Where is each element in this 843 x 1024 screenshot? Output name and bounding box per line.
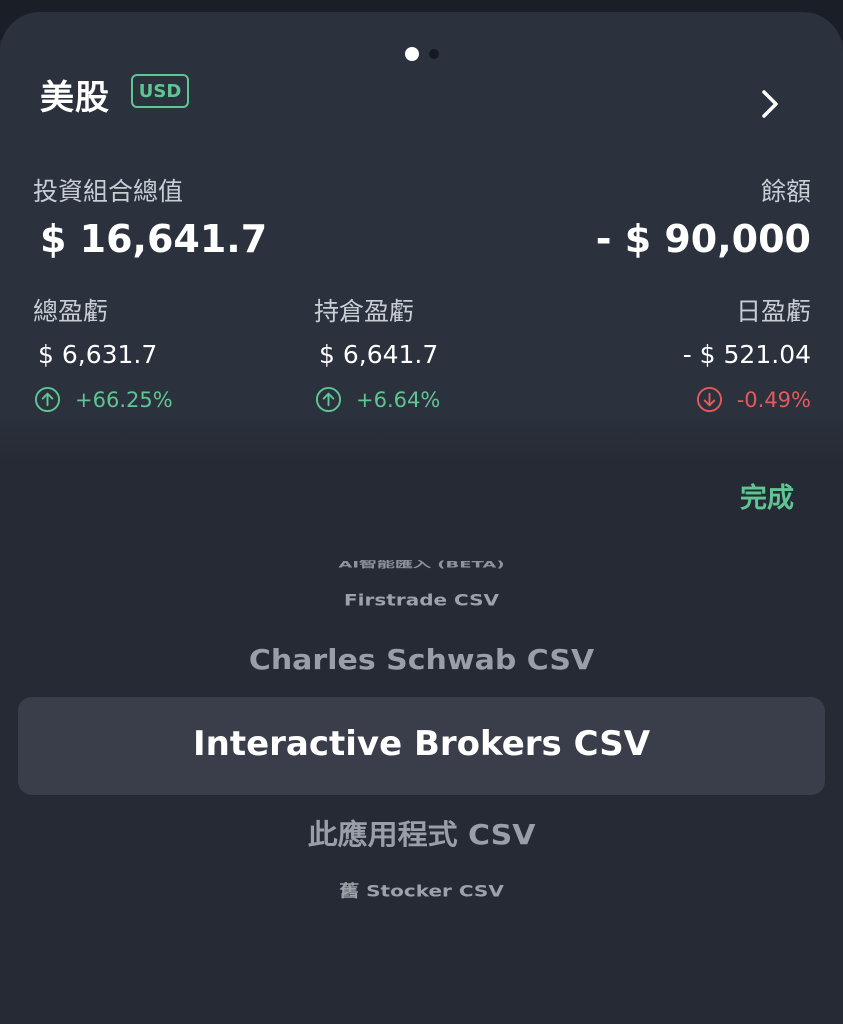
import-source-screen: 美股 USD 投資組合總值 $ 16,641.7 餘額 - $ 90,000 總… [0,0,843,1024]
balance-value: - $ 90,000 [595,217,811,261]
page-indicator[interactable] [0,47,843,61]
position-pnl-change-text: +6.64% [356,387,441,412]
daily-pnl-change-text: -0.49% [736,387,811,412]
import-source-picker[interactable]: AI智能匯入 (BETA) Firstrade CSV Charles Schw… [0,560,843,920]
total-pnl-change-text: +66.25% [75,387,173,412]
balance-label: 餘額 [760,177,811,206]
portfolio-value: $ 16,641.7 [40,217,268,261]
picker-item-interactive-brokers[interactable]: Interactive Brokers CSV [0,724,843,764]
arrow-up-circle-icon [315,386,342,413]
total-pnl-label: 總盈虧 [33,297,109,326]
currency-badge: USD [131,74,189,108]
daily-pnl-change: -0.49% [696,386,811,413]
position-pnl-label: 持倉盈虧 [314,297,415,326]
done-button[interactable]: 完成 [740,476,794,515]
total-pnl-change: +66.25% [34,386,173,413]
arrow-down-circle-icon [696,386,722,413]
page-dot-inactive [428,49,439,59]
total-pnl-value: $ 6,631.7 [38,340,158,369]
daily-pnl-label: 日盈虧 [735,297,811,326]
picker-item-firstrade[interactable]: Firstrade CSV [0,590,843,610]
picker-item-old-stocker[interactable]: 舊 Stocker CSV [0,878,843,902]
position-pnl-change: +6.64% [315,386,440,413]
market-title: 美股 [40,78,110,118]
card-shadow [0,420,843,460]
daily-pnl-value: - $ 521.04 [682,340,811,369]
portfolio-summary-card[interactable]: 美股 USD 投資組合總值 $ 16,641.7 餘額 - $ 90,000 總… [0,12,843,452]
arrow-up-circle-icon [34,386,61,413]
position-pnl-value: $ 6,641.7 [319,340,439,369]
portfolio-value-label: 投資組合總值 [33,177,184,206]
picker-item-this-app[interactable]: 此應用程式 CSV [0,812,843,852]
page-dot-active [404,47,419,61]
chevron-right-icon[interactable] [756,84,784,124]
picker-item-ai-import[interactable]: AI智能匯入 (BETA) [0,560,843,576]
picker-item-charles-schwab[interactable]: Charles Schwab CSV [0,644,843,676]
